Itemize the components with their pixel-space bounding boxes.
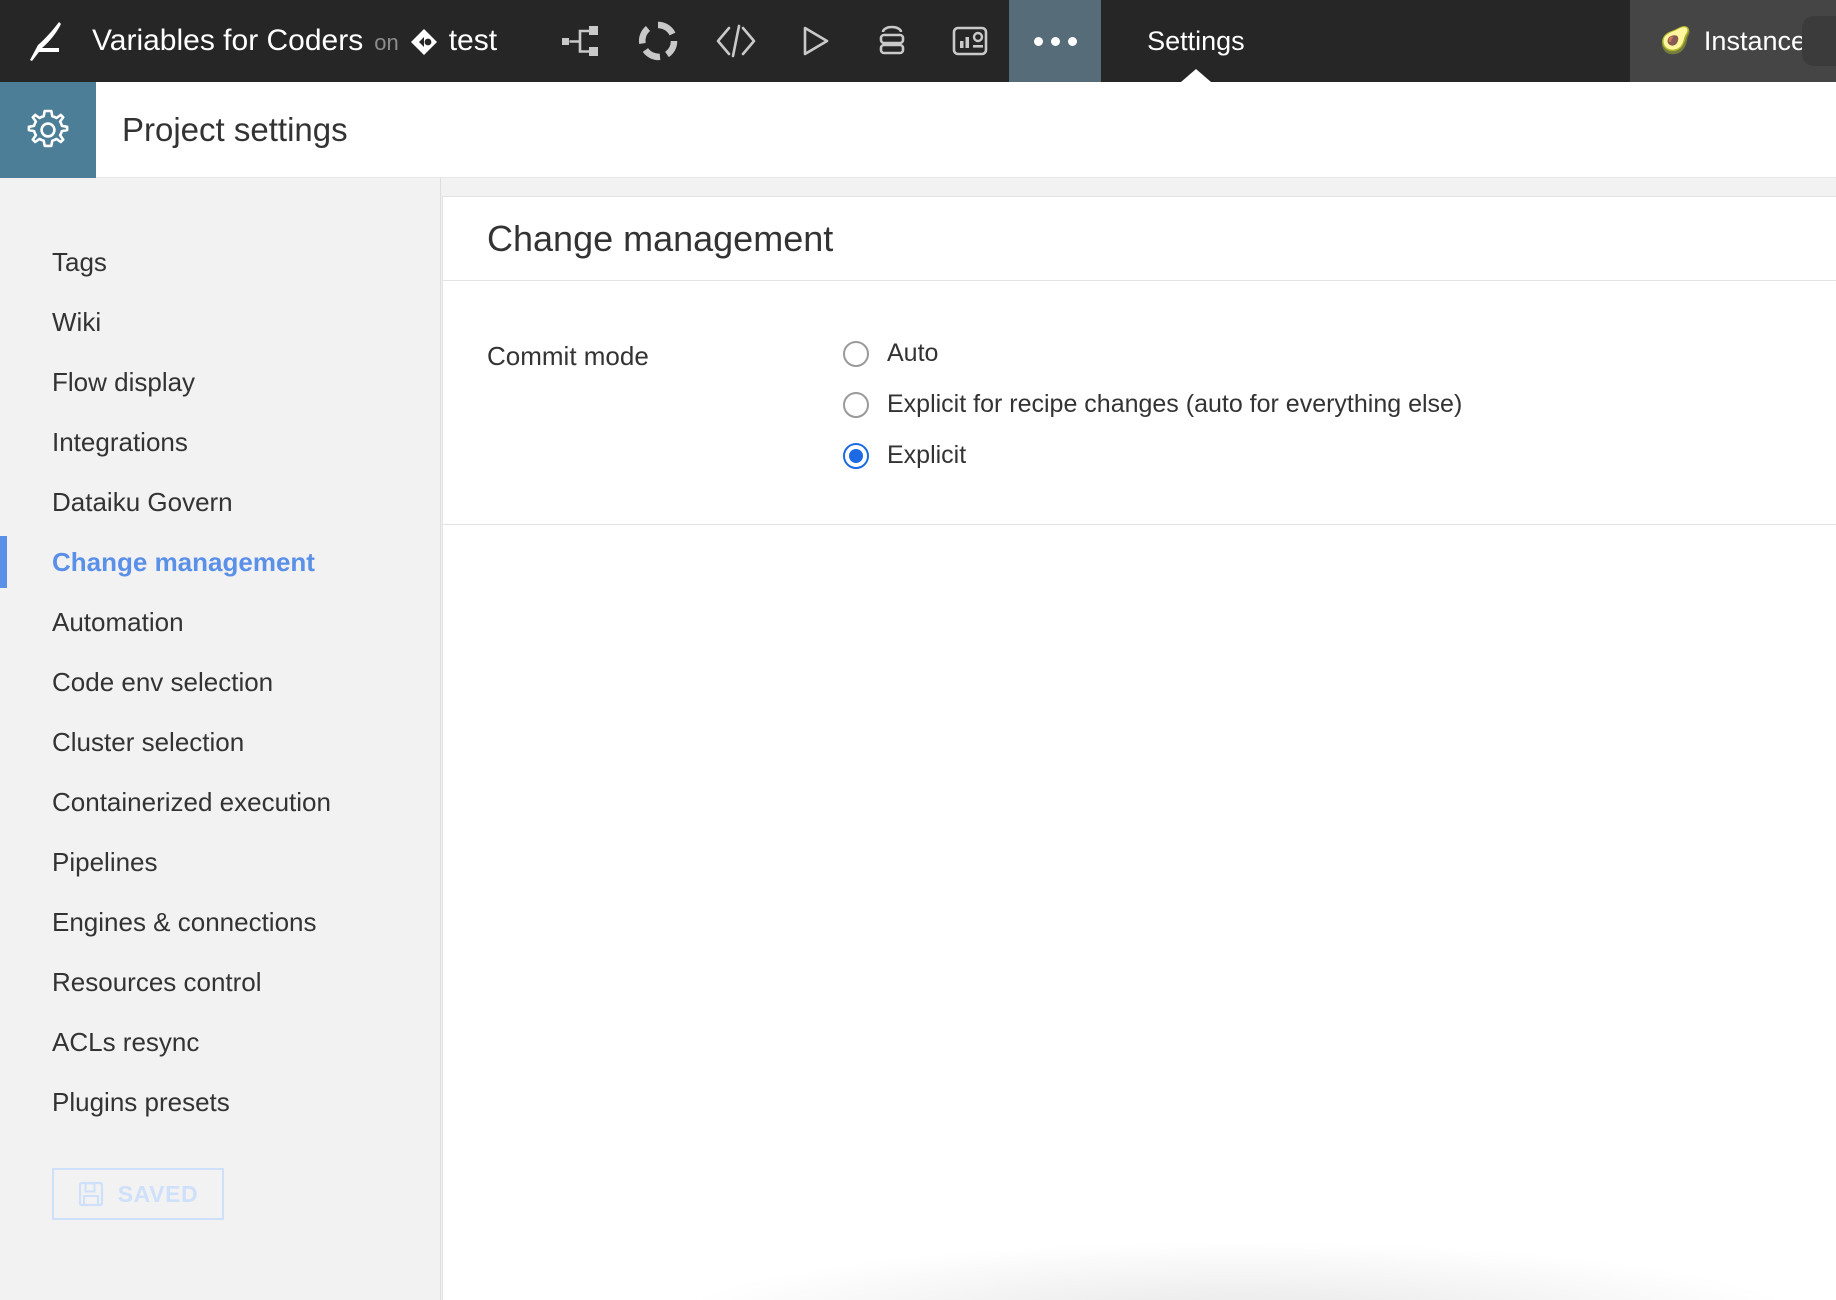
nav-icon-group xyxy=(541,0,1009,82)
radio-option-label: Explicit xyxy=(887,441,967,469)
sidebar-item-label: Automation xyxy=(52,606,184,637)
branch-name: test xyxy=(448,24,498,57)
sidebar-item-label: Containerized execution xyxy=(52,786,331,817)
sidebar-item-containerized-execution[interactable]: Containerized execution xyxy=(0,772,440,832)
radio-circle-icon-selected[interactable] xyxy=(843,442,869,469)
sidebar-item-label: ACLs resync xyxy=(52,1026,200,1057)
tab-settings[interactable]: Settings xyxy=(1101,0,1291,82)
sidebar-item-plugins-presets[interactable]: Plugins presets xyxy=(0,1072,440,1132)
sidebar-item-label: Tags xyxy=(52,246,107,277)
sidebar-item-flow-display[interactable]: Flow display xyxy=(0,352,440,412)
project-name: Variables for Coders xyxy=(92,24,364,57)
radio-option-explicit[interactable]: Explicit xyxy=(843,441,1462,470)
radio-option-auto[interactable]: Auto xyxy=(843,339,1462,368)
save-button-label: SAVED xyxy=(117,1180,199,1207)
sidebar-item-label: Engines & connections xyxy=(52,906,317,937)
project-title-group[interactable]: Variables for Coders on test xyxy=(92,0,501,82)
avocado-icon: 🥑 xyxy=(1659,25,1692,55)
sidebar-item-dataiku-govern[interactable]: Dataiku Govern xyxy=(0,472,440,532)
sidebar-item-label: Wiki xyxy=(52,306,102,337)
sidebar-item-label: Flow display xyxy=(52,366,196,397)
sidebar-item-resources-control[interactable]: Resources control xyxy=(0,952,440,1012)
sidebar-item-change-management[interactable]: Change management xyxy=(0,532,440,592)
instance-label: Instance xyxy=(1703,25,1806,56)
on-word: on xyxy=(374,30,399,55)
sidebar-item-integrations[interactable]: Integrations xyxy=(0,412,440,472)
body-area: Tags Wiki Flow display Integrations Data… xyxy=(0,178,1836,1300)
active-indicator-bar xyxy=(0,536,7,588)
radio-circle-icon[interactable] xyxy=(843,340,869,367)
run-icon[interactable] xyxy=(775,0,853,82)
sidebar-item-label: Plugins presets xyxy=(52,1086,230,1117)
radio-circle-icon[interactable] xyxy=(843,391,869,418)
save-button[interactable]: SAVED xyxy=(52,1168,224,1220)
settings-sidebar: Tags Wiki Flow display Integrations Data… xyxy=(0,178,441,1300)
panel-heading: Change management xyxy=(487,217,834,259)
dashboard-insight-icon[interactable] xyxy=(931,0,1009,82)
tab-settings-label: Settings xyxy=(1147,25,1245,56)
sidebar-item-cluster-selection[interactable]: Cluster selection xyxy=(0,712,440,772)
user-avatar[interactable] xyxy=(1802,16,1836,66)
page-subheader: Project settings xyxy=(0,82,1836,178)
sidebar-item-pipelines[interactable]: Pipelines xyxy=(0,832,440,892)
sidebar-item-label: Code env selection xyxy=(52,666,274,697)
radio-option-label: Auto xyxy=(887,339,939,367)
jobs-stack-icon[interactable] xyxy=(853,0,931,82)
settings-gear-tile[interactable] xyxy=(0,82,96,178)
sidebar-item-engines-connections[interactable]: Engines & connections xyxy=(0,892,440,952)
settings-main-panel: Change management Commit mode Auto Expli… xyxy=(442,196,1836,1300)
dataiku-logo[interactable] xyxy=(0,0,92,82)
save-button-wrap: SAVED xyxy=(0,1168,440,1220)
panel-header: Change management xyxy=(443,197,1836,281)
floppy-disk-save-icon xyxy=(78,1181,103,1207)
active-tab-caret-icon xyxy=(1180,69,1211,82)
flow-icon[interactable] xyxy=(541,0,619,82)
sidebar-item-code-env-selection[interactable]: Code env selection xyxy=(0,652,440,712)
page-title: Project settings xyxy=(122,110,348,148)
sidebar-item-label: Integrations xyxy=(52,426,188,457)
sidebar-item-label: Change management xyxy=(52,546,315,577)
top-navigation-bar: Variables for Coders on test Settings 🥑 … xyxy=(0,0,1836,82)
lab-donut-icon[interactable] xyxy=(619,0,697,82)
more-menu-button[interactable] xyxy=(1009,0,1102,82)
code-icon[interactable] xyxy=(697,0,775,82)
dataiku-bird-logo xyxy=(30,22,61,61)
commit-mode-radio-group: Auto Explicit for recipe changes (auto f… xyxy=(843,339,1462,470)
gear-icon xyxy=(27,109,69,148)
radio-option-explicit-for-recipe-changes[interactable]: Explicit for recipe changes (auto for ev… xyxy=(843,390,1462,419)
sidebar-item-label: Cluster selection xyxy=(52,726,245,757)
branch-diamond-icon xyxy=(409,27,439,57)
ellipsis-icon xyxy=(1033,36,1077,46)
sidebar-item-acls-resync[interactable]: ACLs resync xyxy=(0,1012,440,1072)
sidebar-item-automation[interactable]: Automation xyxy=(0,592,440,652)
sidebar-item-label: Resources control xyxy=(52,966,262,997)
radio-option-label: Explicit for recipe changes (auto for ev… xyxy=(887,390,1463,418)
commit-mode-label: Commit mode xyxy=(487,341,649,371)
sidebar-item-tags[interactable]: Tags xyxy=(0,232,440,292)
sidebar-item-label: Dataiku Govern xyxy=(52,486,233,517)
commit-mode-section: Commit mode Auto Explicit for recipe cha… xyxy=(443,281,1836,525)
sidebar-item-label: Pipelines xyxy=(52,846,158,877)
sidebar-item-wiki[interactable]: Wiki xyxy=(0,292,440,352)
